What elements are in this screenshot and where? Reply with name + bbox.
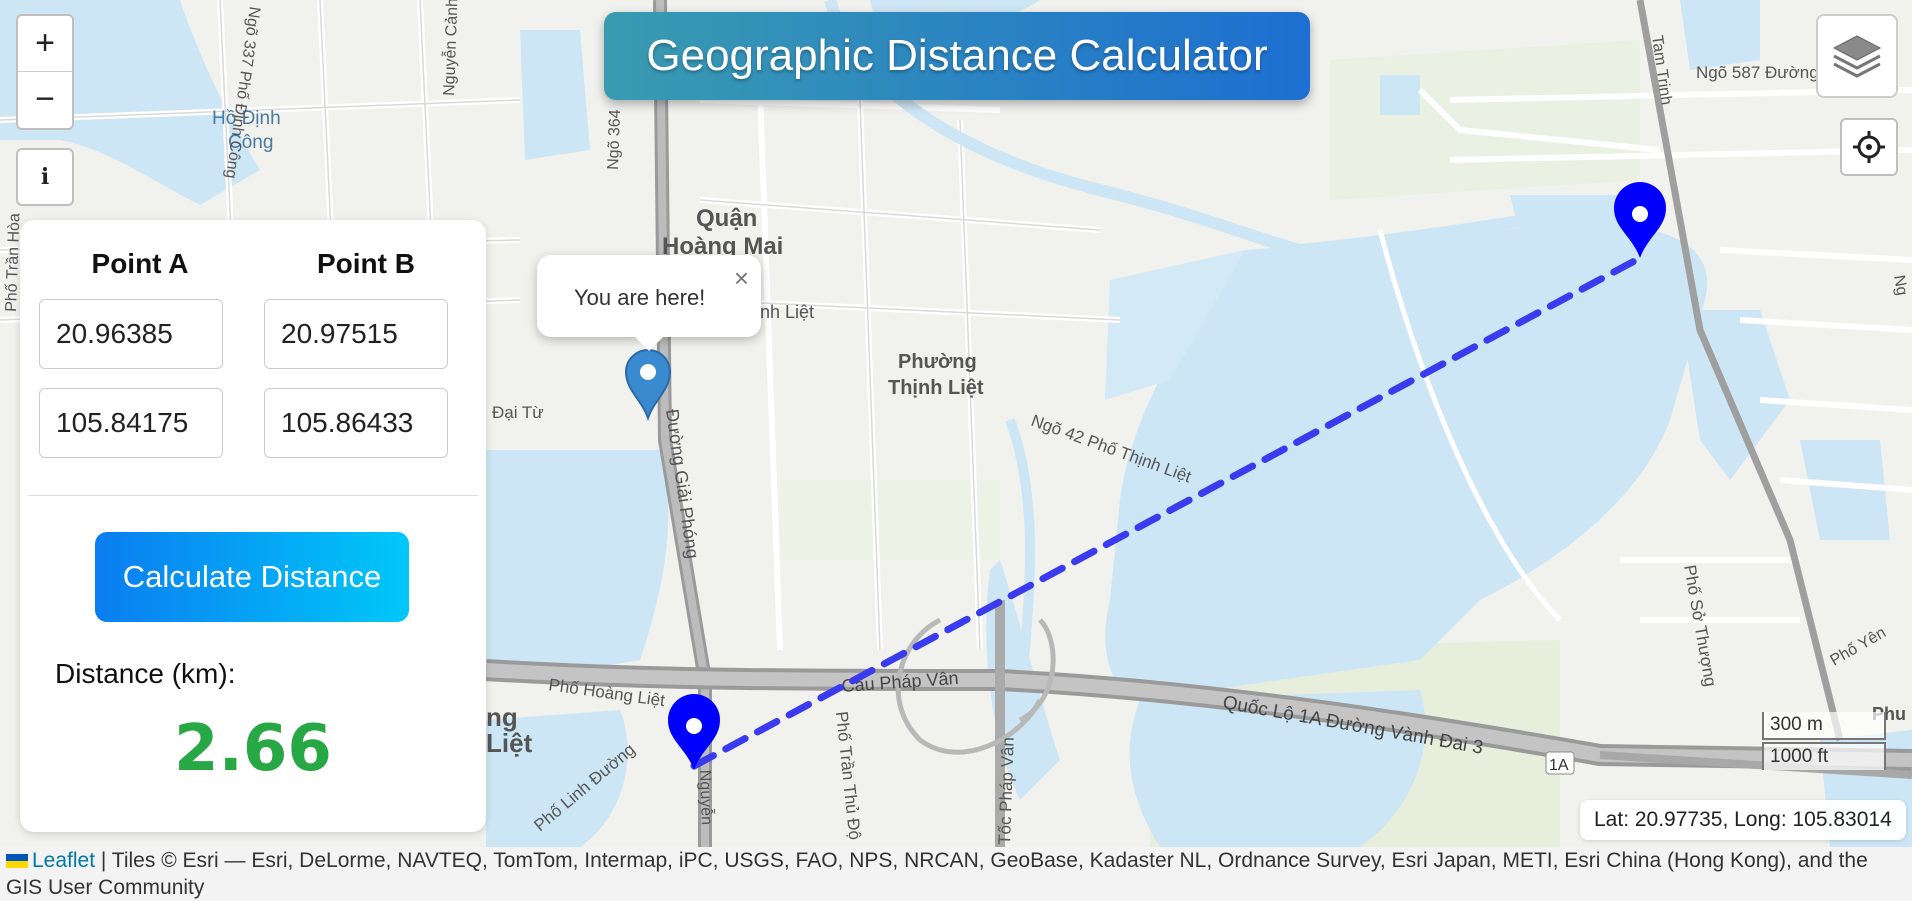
panel-divider xyxy=(28,495,478,496)
label-quan-1: Quận xyxy=(696,205,757,232)
ukraine-flag-icon xyxy=(6,854,28,868)
label-ngo-364: Ngõ 364 xyxy=(605,109,624,170)
app-title: Geographic Distance Calculator xyxy=(604,12,1310,100)
point-a-label: Point A xyxy=(91,248,189,279)
distance-panel: Point A Point B Calculate Distance Dista… xyxy=(20,220,486,832)
point-b-lat-input[interactable] xyxy=(264,299,448,369)
crosshair-icon xyxy=(1853,131,1885,163)
map-attribution: Leaflet | Tiles © Esri — Esri, DeLorme, … xyxy=(0,847,1912,901)
coordinate-readout: Lat: 20.97735, Long: 105.83014 xyxy=(1580,800,1906,840)
attribution-text: | Tiles © Esri — Esri, DeLorme, NAVTEQ, … xyxy=(6,849,1868,899)
label-dai-tu: Đại Từ xyxy=(492,403,544,422)
popup-text: You are here! xyxy=(574,285,706,310)
map-view[interactable]: Hồ Định Công Quận Hoàng Mai Phường Thịnh… xyxy=(0,0,1912,847)
info-button[interactable]: i xyxy=(16,148,74,206)
distance-label: Distance (km): xyxy=(55,658,236,689)
zoom-in-button[interactable]: + xyxy=(18,16,72,72)
locate-button[interactable] xyxy=(1840,118,1898,176)
point-b-label: Point B xyxy=(317,248,415,279)
point-a-lat-input[interactable] xyxy=(39,299,223,369)
label-ngo-587: Ngõ 587 Đường xyxy=(1696,63,1819,82)
zoom-control: + − xyxy=(16,14,74,130)
location-popup: You are here! × xyxy=(537,255,761,351)
label-toc-phap-van: Tốc Pháp Vân xyxy=(995,737,1018,845)
label-phuong-1: Phường xyxy=(898,351,977,373)
label-phuong-2: Thịnh Liệt xyxy=(888,377,984,399)
label-ng-bottom: Nguyễn xyxy=(696,769,717,825)
leaflet-link[interactable]: Leaflet xyxy=(32,849,95,872)
layers-button[interactable] xyxy=(1816,14,1898,98)
calculate-distance-button[interactable]: Calculate Distance xyxy=(95,532,409,622)
point-a-lng-input[interactable] xyxy=(39,388,223,458)
scale-bar: 300 m 1000 ft xyxy=(1762,712,1886,770)
label-ng-right: Ng xyxy=(1890,274,1910,297)
label-linh-liet: nh Liệt xyxy=(760,302,814,322)
point-b-lng-input[interactable] xyxy=(264,388,448,458)
popup-tip xyxy=(633,335,665,351)
distance-value: 2.66 xyxy=(174,712,332,786)
scale-imperial: 1000 ft xyxy=(1762,742,1886,770)
road-badge-label: 1A xyxy=(1549,757,1569,774)
scale-metric: 300 m xyxy=(1762,712,1886,740)
popup-close-button[interactable]: × xyxy=(734,263,749,294)
label-ng-2: Liệt xyxy=(486,728,533,758)
zoom-out-button[interactable]: − xyxy=(18,72,72,127)
layers-icon xyxy=(1832,35,1882,78)
